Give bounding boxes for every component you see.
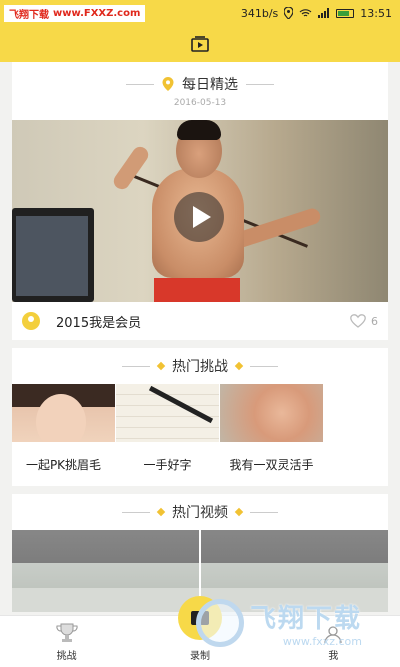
challenge-thumbnail[interactable] (116, 384, 219, 442)
daily-video-meta: 2015我是会员 6 (12, 302, 388, 340)
watermark-top-left: 飞翔下载 www.FXXZ.com (4, 5, 146, 22)
watermark-logo-icon (196, 599, 244, 647)
hot-challenges-card: 热门挑战 一起PK挑眉毛 一手好字 我有一双灵活手 (12, 348, 388, 486)
person-hair-graphic (177, 120, 221, 140)
divider (126, 83, 154, 85)
heart-icon (350, 314, 366, 328)
challenge-thumbnail[interactable] (12, 384, 115, 442)
daily-pick-card: 每日精选 2016-05-13 2015我是会员 6 (12, 62, 388, 340)
hot-challenges-title: 热门挑战 (172, 359, 228, 375)
hot-challenges-header: 热门挑战 (12, 348, 388, 384)
hot-videos-header: 热门视频 (12, 494, 388, 530)
challenge-item[interactable]: 一手好字 (116, 384, 219, 486)
signal-icon (318, 8, 330, 18)
nav-item-challenge[interactable]: 挑战 (0, 616, 133, 667)
watermark-brand: 飞翔下载 (9, 10, 49, 21)
nav-label: 挑战 (56, 651, 77, 662)
watermark-brand: 飞翔下载 (250, 604, 363, 634)
play-button[interactable] (174, 192, 224, 242)
arm-graphic (231, 206, 323, 250)
daily-pick-header: 每日精选 2016-05-13 (12, 62, 388, 120)
network-speed: 341b/s (240, 6, 279, 20)
watermark-url: www.fxxz.com (282, 635, 363, 648)
play-icon (192, 206, 211, 228)
like-button[interactable]: 6 (350, 314, 378, 328)
battery-icon (336, 8, 355, 18)
wifi-icon (299, 9, 312, 17)
challenge-list: 一起PK挑眉毛 一手好字 我有一双灵活手 (12, 384, 388, 486)
diamond-icon (156, 361, 166, 371)
challenge-label[interactable]: 我有一双灵活手 (220, 442, 323, 486)
trophy-icon (56, 623, 78, 642)
hot-videos-title: 热门视频 (172, 505, 228, 521)
divider (246, 83, 274, 85)
video-title[interactable]: 2015我是会员 (56, 312, 350, 331)
location-icon (284, 7, 294, 19)
status-bar: 飞翔下载 www.FXXZ.com 341b/s 13:51 (0, 0, 400, 26)
challenge-label[interactable]: 一起PK挑眉毛 (12, 442, 115, 486)
diamond-icon (234, 361, 244, 371)
diamond-icon (156, 507, 166, 517)
divider (122, 511, 150, 513)
arm-graphic (110, 143, 152, 193)
location-pin-icon (162, 77, 174, 91)
clock: 13:51 (360, 6, 392, 20)
app-header (0, 26, 400, 62)
divider (250, 511, 278, 513)
daily-video-thumbnail[interactable] (12, 120, 388, 302)
daily-pick-date: 2016-05-13 (173, 98, 227, 108)
tv-play-icon[interactable] (191, 36, 209, 52)
divider (122, 365, 150, 367)
watermark-bottom-right: 飞翔下载 www.fxxz.com (196, 590, 392, 656)
daily-pick-title: 每日精选 (182, 77, 238, 93)
battery-fill (338, 10, 349, 16)
like-count: 6 (371, 314, 378, 328)
divider (250, 365, 278, 367)
content-scroll[interactable]: 每日精选 2016-05-13 2015我是会员 6 热门挑战 一起PK挑眉毛 … (12, 62, 388, 620)
monitor-graphic (12, 208, 94, 302)
avatar[interactable] (22, 312, 40, 330)
challenge-item[interactable]: 我有一双灵活手 (220, 384, 323, 486)
shorts-graphic (154, 278, 240, 302)
watermark-url: www.FXXZ.com (53, 8, 141, 19)
challenge-thumbnail[interactable] (220, 384, 323, 442)
challenge-item[interactable]: 一起PK挑眉毛 (12, 384, 115, 486)
hot-video-thumbnail[interactable] (12, 530, 199, 612)
challenge-label[interactable]: 一手好字 (116, 442, 219, 486)
diamond-icon (234, 507, 244, 517)
